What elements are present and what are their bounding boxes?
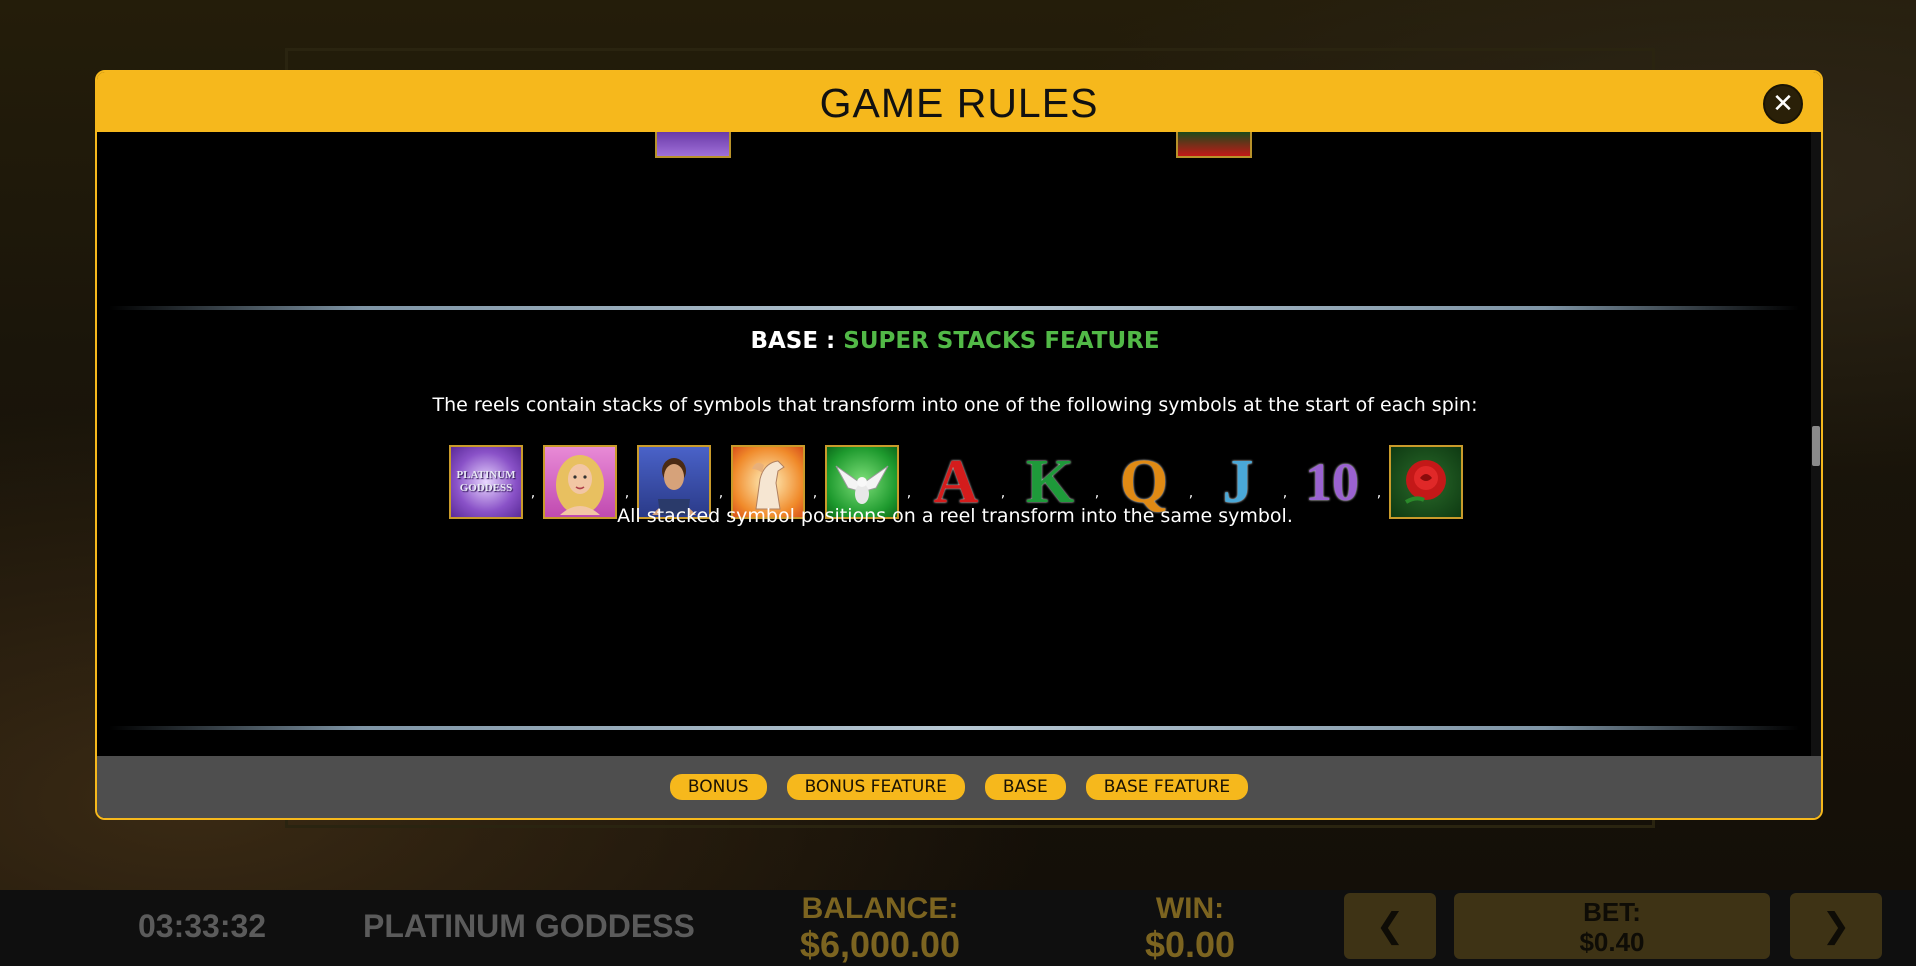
symbol-separator: , [812, 485, 818, 501]
bet-label: BET: [1583, 897, 1641, 927]
bet-value: $0.40 [1579, 927, 1645, 957]
bottom-bar: 03:33:32 PLATINUM GODDESS BALANCE: $6,00… [0, 890, 1916, 966]
win-label: WIN: [1155, 892, 1225, 925]
symbol-peek-logo [655, 132, 731, 158]
bet-decrease-button[interactable]: ❮ [1344, 893, 1436, 959]
modal-title: GAME RULES [819, 80, 1099, 126]
nav-base-button[interactable]: BASE [984, 774, 1066, 800]
feature-description: The reels contain stacks of symbols that… [432, 394, 1478, 416]
section-title-prefix: BASE : [750, 328, 844, 354]
rules-content[interactable]: BASE : SUPER STACKS FEATURE The reels co… [97, 132, 1813, 758]
chevron-left-icon: ❮ [1375, 906, 1405, 946]
symbol-separator: , [1000, 485, 1006, 501]
section-divider [109, 726, 1799, 730]
chevron-right-icon: ❯ [1821, 906, 1851, 946]
balance-label: BALANCE: [801, 892, 959, 925]
symbol-separator: , [1376, 485, 1382, 501]
feature-note: All stacked symbol positions on a reel t… [617, 505, 1293, 527]
symbol-separator: , [1094, 485, 1100, 501]
modal-footer: BONUS BONUS FEATURE BASE BASE FEATURE [97, 756, 1821, 818]
symbol-separator: , [718, 485, 724, 501]
section-title-accent: SUPER STACKS FEATURE [843, 328, 1160, 354]
game-rules-modal: GAME RULES ✕ BASE : SUPER STACKS FEATURE… [95, 70, 1823, 820]
nav-bonus-feature-button[interactable]: BONUS FEATURE [786, 774, 965, 800]
balance-value: $6,000.00 [799, 924, 961, 965]
section-divider [109, 306, 1799, 310]
symbol-peek-rose [1176, 132, 1252, 158]
scrollbar[interactable] [1811, 132, 1821, 758]
win-value: $0.00 [1144, 924, 1236, 965]
rose-icon [1404, 460, 1446, 504]
close-button[interactable]: ✕ [1763, 84, 1803, 124]
dove-icon [835, 465, 889, 504]
clock: 03:33:32 [138, 908, 267, 944]
game-name: PLATINUM GODDESS [363, 908, 695, 944]
nav-base-feature-button[interactable]: BASE FEATURE [1085, 774, 1249, 800]
bet-button[interactable]: BET: $0.40 [1454, 893, 1770, 959]
symbol-separator: , [624, 485, 630, 501]
logo-text-line2: GODDESS [459, 482, 513, 494]
symbol-separator: , [1188, 485, 1194, 501]
symbol-separator: , [530, 485, 536, 501]
symbol-separator: , [906, 485, 912, 501]
close-icon: ✕ [1772, 89, 1794, 119]
scrollbar-thumb[interactable] [1812, 426, 1820, 466]
section-title: BASE : SUPER STACKS FEATURE [97, 328, 1813, 354]
nav-bonus-button[interactable]: BONUS [669, 774, 767, 800]
bet-increase-button[interactable]: ❯ [1790, 893, 1882, 959]
symbol-separator: , [1282, 485, 1288, 501]
section-nav: BONUS BONUS FEATURE BASE BASE FEATURE [97, 774, 1821, 800]
logo-text-line1: PLATINUM [456, 469, 516, 481]
